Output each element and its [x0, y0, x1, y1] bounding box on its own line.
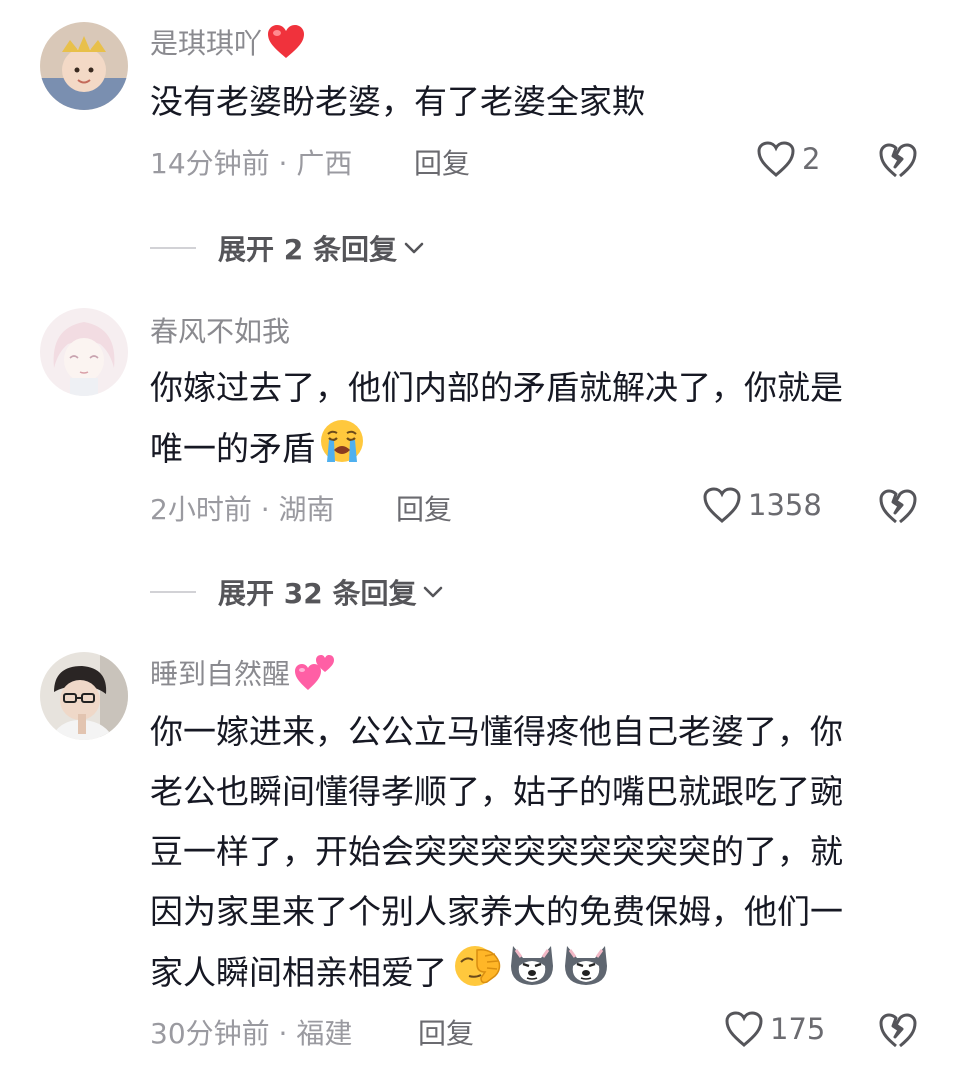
- like-button[interactable]: 175: [724, 1010, 825, 1048]
- username[interactable]: 春风不如我: [150, 310, 290, 350]
- red-heart-icon: [266, 24, 306, 67]
- husky-dog-icon: [507, 942, 557, 1007]
- chevron-down-icon: [424, 586, 443, 598]
- expand-replies-button[interactable]: 展开 32 条回复: [150, 572, 446, 612]
- comment-item: 是琪琪吖 没有老婆盼老婆，有了老婆全家欺 14分钟前 · 广西 回复 2 展开 …: [0, 0, 960, 290]
- expand-replies-button[interactable]: 展开 2 条回复: [150, 228, 427, 268]
- time-location: 30分钟前 · 福建: [150, 1017, 353, 1050]
- two-hearts-icon: [294, 652, 336, 699]
- reply-button[interactable]: 回复: [396, 488, 452, 528]
- broken-heart-icon: [879, 143, 917, 178]
- avatar[interactable]: [40, 22, 128, 110]
- chevron-down-icon: [404, 242, 424, 254]
- username-text[interactable]: 是琪琪吖: [150, 27, 262, 60]
- username[interactable]: 是琪琪吖: [150, 22, 306, 67]
- comment-line: 家人瞬间相亲相爱了: [150, 942, 920, 1002]
- heart-outline-icon: [757, 141, 795, 177]
- heart-outline-icon: [703, 487, 741, 523]
- comment-line-text: 唯一的矛盾: [150, 429, 315, 468]
- comment-item: 春风不如我 你嫁过去了，他们内部的矛盾就解决了，你就是 唯一的矛盾 2小时前 ·…: [0, 290, 960, 630]
- comment-item: 睡到自然醒 你一嫁进来，公公立马懂得疼他自己老婆了，你 老公也瞬间懂得孝顺了，姑…: [0, 630, 960, 1077]
- avatar[interactable]: [40, 308, 128, 396]
- comment-line: 唯一的矛盾: [150, 418, 920, 478]
- comment-line: 没有老婆盼老婆，有了老婆全家欺: [150, 82, 645, 121]
- heart-outline-icon: [725, 1011, 763, 1047]
- time-location: 14分钟前 · 广西: [150, 147, 353, 180]
- comment-line: 你嫁过去了，他们内部的矛盾就解决了，你就是: [150, 368, 843, 407]
- broken-heart-icon: [879, 1013, 917, 1048]
- broken-heart-icon: [879, 489, 917, 524]
- like-button[interactable]: 1358: [702, 486, 822, 524]
- comment-line: 因为家里来了个别人家养大的免费保姆，他们一: [150, 892, 843, 931]
- comment-text: 你嫁过去了，他们内部的矛盾就解决了，你就是 唯一的矛盾: [150, 358, 920, 478]
- reply-button[interactable]: 回复: [418, 1012, 474, 1052]
- username[interactable]: 睡到自然醒: [150, 652, 336, 699]
- comment-line: 豆一样了，开始会突突突突突突突突突的了，就: [150, 832, 843, 871]
- like-count: 2: [802, 142, 821, 176]
- comment-line: 你一嫁进来，公公立马懂得疼他自己老婆了，你: [150, 712, 843, 751]
- like-count: 175: [770, 1012, 826, 1046]
- comment-text: 没有老婆盼老婆，有了老婆全家欺: [150, 72, 920, 132]
- face-palm-icon: [451, 942, 503, 1007]
- loudly-crying-face-icon: [319, 418, 365, 483]
- username-text[interactable]: 睡到自然醒: [150, 658, 290, 691]
- comment-line-text: 家人瞬间相亲相爱了: [150, 953, 447, 992]
- like-button[interactable]: 2: [756, 140, 820, 178]
- reply-button[interactable]: 回复: [414, 142, 470, 182]
- husky-dog-icon: [561, 942, 611, 1007]
- dislike-button[interactable]: [878, 140, 918, 180]
- time-location: 2小时前 · 湖南: [150, 493, 335, 526]
- like-count: 1358: [748, 488, 822, 522]
- expand-replies-label[interactable]: 展开 32 条回复: [218, 572, 416, 612]
- dislike-button[interactable]: [878, 486, 918, 526]
- divider: [150, 247, 196, 249]
- dislike-button[interactable]: [878, 1010, 918, 1050]
- comment-line: 老公也瞬间懂得孝顺了，姑子的嘴巴就跟吃了豌: [150, 772, 843, 811]
- expand-replies-label[interactable]: 展开 2 条回复: [218, 228, 397, 268]
- avatar[interactable]: [40, 652, 128, 740]
- comment-text: 你一嫁进来，公公立马懂得疼他自己老婆了，你 老公也瞬间懂得孝顺了，姑子的嘴巴就跟…: [150, 702, 920, 1002]
- divider: [150, 591, 196, 593]
